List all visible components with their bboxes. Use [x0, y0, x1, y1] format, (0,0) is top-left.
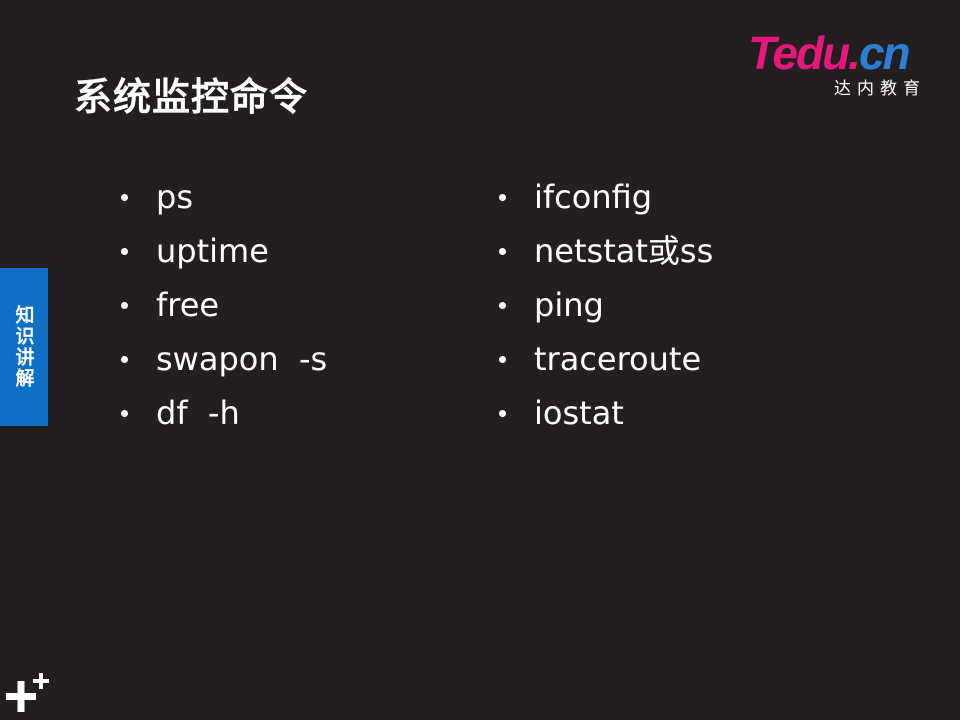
- logo-wordmark: Tedu.cn: [748, 27, 911, 79]
- command-text: traceroute: [534, 340, 702, 378]
- page-title: 系统监控命令: [74, 75, 309, 119]
- bullet-icon: [121, 248, 128, 255]
- command-text: uptime: [156, 232, 269, 270]
- side-tab-label: 知识讲解: [12, 305, 35, 389]
- command-text: df -h: [156, 394, 240, 432]
- list-item: traceroute: [494, 332, 713, 386]
- list-item: netstat或ss: [494, 224, 713, 278]
- list-item: ping: [494, 278, 713, 332]
- list-item: ps: [116, 170, 327, 224]
- list-item: iostat: [494, 386, 713, 440]
- plus-icon: [6, 673, 49, 712]
- command-text: swapon -s: [156, 340, 328, 378]
- right-command-list: ifconfig netstat或ss ping traceroute iost…: [494, 170, 713, 440]
- bullet-icon: [499, 356, 506, 363]
- left-command-list: ps uptime free swapon -s df -h: [116, 170, 327, 440]
- bullet-icon: [499, 194, 506, 201]
- list-item: ifconfig: [494, 170, 713, 224]
- bullet-icon: [499, 302, 506, 309]
- command-text: netstat或ss: [534, 232, 714, 270]
- command-text: ifconfig: [534, 178, 653, 216]
- bullet-icon: [121, 194, 128, 201]
- bullet-icon: [499, 248, 506, 255]
- list-item: swapon -s: [116, 332, 327, 386]
- logo-brand: Tedu: [748, 27, 850, 79]
- list-item: df -h: [116, 386, 327, 440]
- command-text: ping: [534, 286, 604, 324]
- logo-tld: cn: [858, 27, 911, 79]
- bullet-icon: [121, 302, 128, 309]
- bullet-icon: [121, 410, 128, 417]
- logo-subtitle: 达内教育: [834, 79, 926, 99]
- slide: 系统监控命令 Tedu.cn 达内教育 知识讲解 ps uptime free …: [0, 0, 960, 720]
- list-item: free: [116, 278, 327, 332]
- bullet-icon: [121, 356, 128, 363]
- command-text: iostat: [534, 394, 624, 432]
- tedu-logo: Tedu.cn 达内教育: [748, 27, 930, 99]
- bullet-icon: [499, 410, 506, 417]
- list-item: uptime: [116, 224, 327, 278]
- logo-dot: .: [848, 27, 861, 79]
- command-text: free: [156, 286, 220, 324]
- side-tab: 知识讲解: [0, 268, 48, 426]
- command-text: ps: [156, 178, 193, 216]
